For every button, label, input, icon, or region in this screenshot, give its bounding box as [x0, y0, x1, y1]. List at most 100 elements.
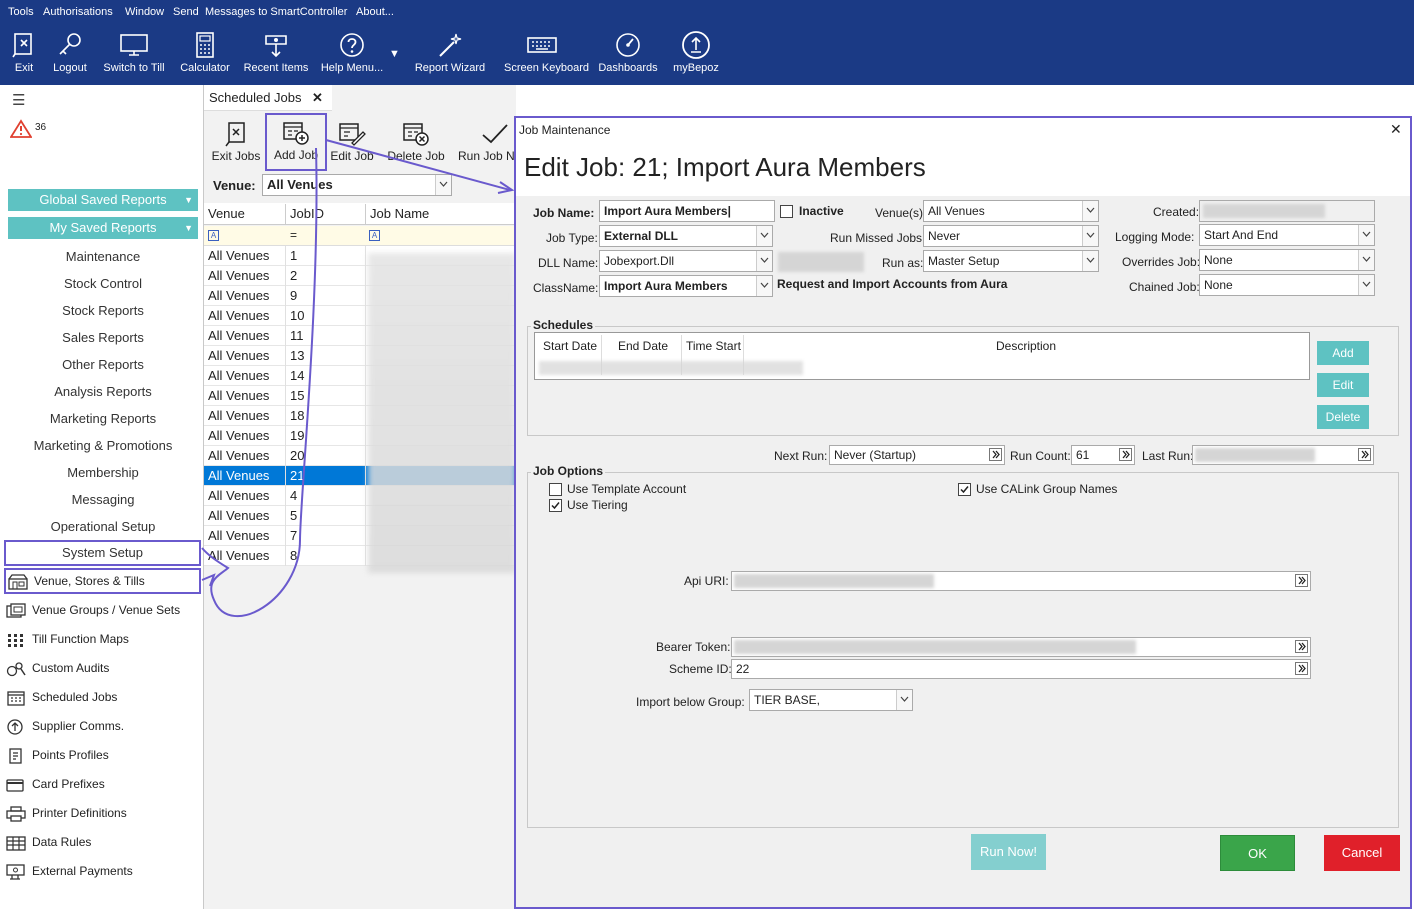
nav-stock-reports[interactable]: Stock Reports	[2, 300, 204, 322]
schedules-table[interactable]: Start Date End Date Time Start Descripti…	[534, 332, 1310, 380]
close-tab-icon[interactable]: ✕	[312, 90, 323, 106]
sched-col-start-date[interactable]: Start Date	[543, 339, 597, 353]
sub-venue-stores-tills[interactable]: Venue, Stores & Tills	[4, 568, 201, 594]
bearer-token-input[interactable]	[731, 637, 1311, 657]
add-job-button[interactable]: Add Job	[265, 113, 327, 171]
import-group-select[interactable]: TIER BASE,	[749, 689, 913, 711]
cell-jobid: 9	[286, 286, 366, 306]
exit-jobs-button[interactable]: Exit Jobs	[206, 121, 266, 163]
classname-select[interactable]: Import Aura Members	[599, 275, 773, 297]
global-saved-reports-button[interactable]: Global Saved Reports ▼	[8, 189, 198, 211]
menu-tools[interactable]: Tools	[8, 6, 34, 18]
expand-arrow-icon[interactable]	[1358, 448, 1371, 461]
cell-jobid: 5	[286, 506, 366, 526]
hamburger-icon[interactable]: ☰	[12, 91, 25, 109]
job-type-select[interactable]: External DLL	[599, 225, 773, 247]
cancel-button[interactable]: Cancel	[1324, 835, 1400, 871]
calculator-button[interactable]: Calculator	[167, 30, 243, 84]
use-template-checkbox[interactable]	[549, 483, 562, 496]
text-filter-icon[interactable]: A	[369, 230, 380, 241]
last-run-field[interactable]	[1192, 445, 1374, 465]
close-icon[interactable]: ✕	[1390, 121, 1402, 138]
ok-button[interactable]: OK	[1220, 835, 1295, 871]
column-header-venue[interactable]: Venue	[204, 204, 286, 224]
expand-arrow-icon[interactable]	[1295, 574, 1308, 587]
equals-filter[interactable]: =	[290, 228, 297, 242]
dll-name-select[interactable]: Jobexport.Dll	[599, 250, 773, 272]
nav-marketing-reports[interactable]: Marketing Reports	[2, 408, 204, 430]
cell-venue: All Venues	[204, 386, 286, 406]
menu-send[interactable]: Send	[173, 6, 199, 18]
nav-system-setup[interactable]: System Setup	[4, 540, 201, 566]
nav-membership[interactable]: Membership	[2, 462, 204, 484]
sub-card-prefixes[interactable]: Card Prefixes	[6, 773, 105, 795]
inactive-checkbox[interactable]	[780, 205, 793, 218]
expand-arrow-icon[interactable]	[1295, 662, 1308, 675]
sub-venue-groups[interactable]: Venue Groups / Venue Sets	[6, 599, 180, 621]
column-header-job-name[interactable]: Job Name	[366, 204, 516, 224]
venue-filter-select[interactable]: All Venues	[262, 174, 452, 196]
use-calink-checkbox[interactable]	[958, 483, 971, 496]
sched-col-end-date[interactable]: End Date	[618, 339, 668, 353]
sub-custom-audits[interactable]: Custom Audits	[6, 657, 109, 679]
sub-scheduled-jobs[interactable]: Scheduled Jobs	[6, 686, 117, 708]
switch-to-till-button[interactable]: Switch to Till	[96, 30, 172, 84]
delete-job-button[interactable]: Delete Job	[385, 121, 447, 163]
sub-printer-definitions[interactable]: Printer Definitions	[6, 802, 127, 824]
screen-keyboard-button[interactable]: Screen Keyboard	[504, 30, 589, 84]
dashboards-button[interactable]: Dashboards	[590, 30, 666, 84]
run-as-select[interactable]: Master Setup	[923, 250, 1099, 272]
run-count-label: Run Count:	[1010, 449, 1071, 463]
menu-window[interactable]: Window	[125, 6, 164, 18]
menu-about[interactable]: About...	[356, 6, 394, 18]
tab-scheduled-jobs[interactable]: Scheduled Jobs ✕	[204, 85, 332, 111]
report-wizard-button[interactable]: Report Wizard	[412, 30, 488, 84]
sched-col-description[interactable]: Description	[996, 339, 1056, 353]
sub-points-profiles[interactable]: Points Profiles	[6, 744, 109, 766]
cell-venue: All Venues	[204, 346, 286, 366]
scheme-id-input[interactable]: 22	[731, 659, 1311, 679]
nav-other-reports[interactable]: Other Reports	[2, 354, 204, 376]
sub-till-function-maps[interactable]: Till Function Maps	[6, 628, 129, 650]
help-menu-button[interactable]: Help Menu...	[314, 30, 390, 84]
job-name-input[interactable]: Import Aura Members|	[599, 200, 775, 222]
run-now-button[interactable]: Run Now!	[971, 834, 1046, 870]
text-filter-icon[interactable]: A	[208, 230, 219, 241]
nav-operational-setup[interactable]: Operational Setup	[2, 516, 204, 538]
schedule-edit-button[interactable]: Edit	[1317, 373, 1369, 397]
nav-analysis-reports[interactable]: Analysis Reports	[2, 381, 204, 403]
column-header-jobid[interactable]: JobID	[286, 204, 366, 224]
edit-job-button[interactable]: Edit Job	[322, 121, 382, 163]
chained-job-select[interactable]: None	[1199, 274, 1375, 296]
sub-external-payments[interactable]: External Payments	[6, 860, 133, 882]
venues-select[interactable]: All Venues	[923, 200, 1099, 222]
nav-stock-control[interactable]: Stock Control	[2, 273, 204, 295]
overrides-job-select[interactable]: None	[1199, 249, 1375, 271]
nav-messaging[interactable]: Messaging	[2, 489, 204, 511]
nav-sales-reports[interactable]: Sales Reports	[2, 327, 204, 349]
expand-arrow-icon[interactable]	[1119, 448, 1132, 461]
warning-icon[interactable]	[10, 119, 32, 139]
sched-col-time-start[interactable]: Time Start	[686, 339, 741, 353]
menu-messages[interactable]: Messages to SmartController	[205, 6, 347, 18]
schedule-add-button[interactable]: Add	[1317, 341, 1369, 365]
expand-arrow-icon[interactable]	[1295, 640, 1308, 653]
logging-mode-select[interactable]: Start And End	[1199, 224, 1375, 246]
my-saved-reports-button[interactable]: My Saved Reports ▼	[8, 217, 198, 239]
sub-data-rules[interactable]: Data Rules	[6, 831, 91, 853]
schedule-delete-button[interactable]: Delete	[1317, 405, 1369, 429]
recent-items-button[interactable]: Recent Items	[238, 30, 314, 84]
run-job-button[interactable]: Run Job N	[454, 121, 516, 163]
nav-maintenance[interactable]: Maintenance	[2, 246, 204, 268]
menu-authorisations[interactable]: Authorisations	[43, 6, 113, 18]
help-menu-dropdown-icon[interactable]: ▼	[389, 48, 400, 60]
nav-marketing-promotions[interactable]: Marketing & Promotions	[2, 435, 204, 457]
sub-supplier-comms[interactable]: Supplier Comms.	[6, 715, 124, 737]
run-count-field[interactable]: 61	[1071, 445, 1135, 465]
expand-arrow-icon[interactable]	[989, 448, 1002, 461]
next-run-field[interactable]: Never (Startup)	[829, 445, 1005, 465]
use-tiering-checkbox[interactable]	[549, 499, 562, 512]
run-missed-select[interactable]: Never	[923, 225, 1099, 247]
api-uri-input[interactable]	[731, 571, 1311, 591]
mybepoz-button[interactable]: myBepoz	[658, 30, 734, 84]
